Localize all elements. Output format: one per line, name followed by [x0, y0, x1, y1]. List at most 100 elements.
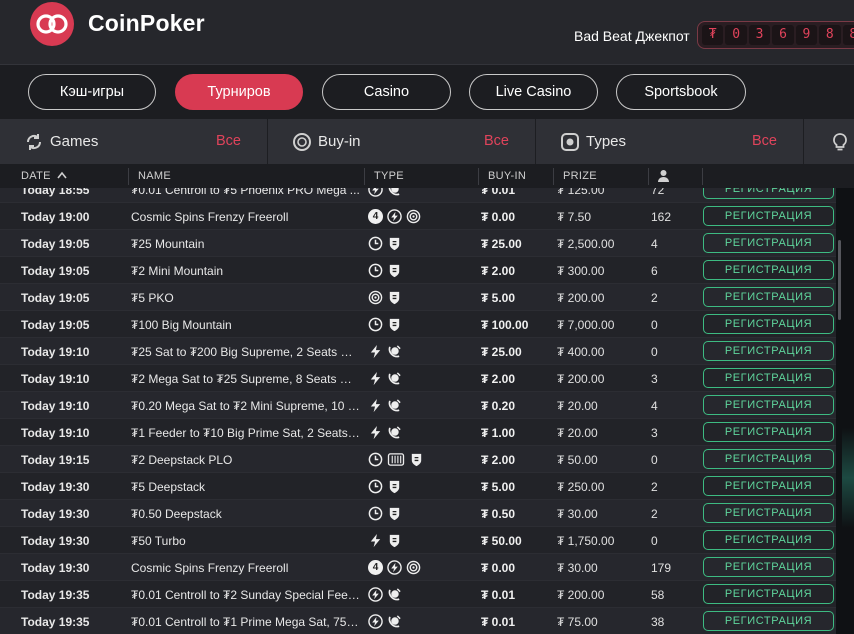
register-button[interactable]: РЕГИСТРАЦИЯ [703, 314, 834, 334]
row-name[interactable]: ₮5 Deepstack [131, 480, 361, 494]
row-prize: ₮ 300.00 [557, 264, 605, 278]
table-row[interactable]: Today 19:05 ₮25 Mountain ₮ 25.00 ₮ 2,500.00… [0, 230, 854, 257]
shield-icon [411, 453, 422, 467]
row-name[interactable]: ₮0.01 Centroll to ₮1 Prime Mega Sat, 75 … [131, 615, 361, 629]
table-row[interactable]: Today 19:00 Cosmic Spins Frenzy Freeroll 4… [0, 203, 854, 230]
row-name[interactable]: ₮1 Feeder to ₮10 Big Prime Sat, 2 Seats … [131, 426, 361, 440]
table-row[interactable]: Today 19:10 ₮25 Sat to ₮200 Big Supreme, … [0, 338, 854, 365]
register-button[interactable]: РЕГИСТРАЦИЯ [703, 368, 834, 388]
row-name[interactable]: ₮100 Big Mountain [131, 318, 361, 332]
row-name[interactable]: ₮0.01 Centroll to ₮2 Sunday Special Feed… [131, 588, 361, 602]
register-button[interactable]: РЕГИСТРАЦИЯ [703, 611, 834, 631]
table-row[interactable]: Today 19:10 ₮0.20 Mega Sat to ₮2 Mini Sup… [0, 392, 854, 419]
register-button[interactable]: РЕГИСТРАЦИЯ [703, 503, 834, 523]
coinpoker-logo-icon[interactable] [26, 1, 78, 47]
jackpot-label: Bad Beat Джекпот [574, 28, 690, 44]
row-types [368, 586, 478, 603]
row-date: Today 19:05 [21, 291, 90, 305]
filter-extra[interactable] [804, 119, 854, 164]
table-row[interactable]: Today 19:05 ₮2 Mini Mountain ₮ 2.00 ₮ 300.0… [0, 257, 854, 284]
register-button[interactable]: РЕГИСТРАЦИЯ [703, 422, 834, 442]
satellite-icon [388, 426, 401, 439]
row-types [368, 343, 478, 360]
jackpot-digit: 0 [725, 25, 747, 45]
register-button[interactable]: РЕГИСТРАЦИЯ [703, 584, 834, 604]
tab-cash-games[interactable]: Кэш-игры [28, 74, 156, 110]
col-name[interactable]: NAME [138, 170, 171, 182]
table-row[interactable]: Today 19:35 ₮0.01 Centroll to ₮1 Prime Me… [0, 608, 854, 634]
table-row[interactable]: Today 19:30 ₮50 Turbo ₮ 50.00 ₮ 1,750.00 0 РЕ… [0, 527, 854, 554]
row-players: 0 [651, 345, 658, 359]
table-row[interactable]: Today 19:30 ₮5 Deepstack ₮ 5.00 ₮ 250.00 2 РЕ… [0, 473, 854, 500]
row-name[interactable]: ₮0.01 Centroll to ₮5 Phoenix PRO Mega ..… [131, 188, 361, 197]
jackpot-digit: ₮ [702, 25, 724, 45]
main-nav: Кэш-игры Турниров Casino Live Casino Spo… [0, 64, 854, 119]
row-date: Today 19:00 [21, 210, 90, 224]
register-button[interactable]: РЕГИСТРАЦИЯ [703, 260, 834, 280]
register-button[interactable]: РЕГИСТРАЦИЯ [703, 395, 834, 415]
shield-icon [389, 318, 400, 332]
row-name[interactable]: Cosmic Spins Frenzy Freeroll [131, 210, 361, 224]
row-name[interactable]: ₮25 Mountain [131, 237, 361, 251]
register-button[interactable]: РЕГИСТРАЦИЯ [703, 476, 834, 496]
row-players: 72 [651, 188, 665, 197]
table-header: DATE NAME TYPE BUY-IN PRIZE [0, 164, 854, 188]
row-types [368, 478, 478, 495]
row-players: 2 [651, 480, 658, 494]
tab-tournaments[interactable]: Турниров [175, 74, 303, 110]
row-name[interactable]: ₮2 Deepstack PLO [131, 453, 361, 467]
register-button[interactable]: РЕГИСТРАЦИЯ [703, 557, 834, 577]
row-name[interactable]: ₮0.20 Mega Sat to ₮2 Mini Supreme, 10 S.… [131, 399, 361, 413]
register-button[interactable]: РЕГИСТРАЦИЯ [703, 206, 834, 226]
register-button[interactable]: РЕГИСТРАЦИЯ [703, 287, 834, 307]
filter-types[interactable]: Types Все [536, 119, 804, 164]
row-prize: ₮ 1,750.00 [557, 534, 615, 548]
row-types [368, 235, 478, 252]
row-name[interactable]: ₮25 Sat to ₮200 Big Supreme, 2 Seats GTD [131, 345, 361, 359]
filter-games[interactable]: Games Все [0, 119, 268, 164]
table-row[interactable]: Today 18:55 ₮0.01 Centroll to ₮5 Phoenix … [0, 188, 854, 203]
row-types [368, 451, 478, 468]
register-button[interactable]: РЕГИСТРАЦИЯ [703, 449, 834, 469]
players-icon[interactable] [657, 169, 670, 182]
row-name[interactable]: ₮50 Turbo [131, 534, 361, 548]
tab-casino[interactable]: Casino [322, 74, 451, 110]
row-prize: ₮ 7.50 [557, 210, 592, 224]
table-scrollbar[interactable] [838, 240, 841, 320]
table-row[interactable]: Today 19:10 ₮2 Mega Sat to ₮25 Supreme, 8… [0, 365, 854, 392]
row-name[interactable]: ₮5 PKO [131, 291, 361, 305]
table-row[interactable]: Today 19:30 Cosmic Spins Frenzy Freeroll 4… [0, 554, 854, 581]
tab-sportsbook[interactable]: Sportsbook [616, 74, 746, 110]
register-button[interactable]: РЕГИСТРАЦИЯ [703, 341, 834, 361]
row-name[interactable]: Cosmic Spins Frenzy Freeroll [131, 561, 361, 575]
brand-name[interactable]: CoinPoker [88, 10, 205, 37]
table-row[interactable]: Today 19:05 ₮5 PKO ₮ 5.00 ₮ 200.00 2 РЕГИСТРА… [0, 284, 854, 311]
col-type[interactable]: TYPE [374, 170, 404, 182]
filter-games-value[interactable]: Все [216, 133, 241, 149]
row-prize: ₮ 200.00 [557, 291, 605, 305]
table-row[interactable]: Today 19:30 ₮0.50 Deepstack ₮ 0.50 ₮ 30.00 2… [0, 500, 854, 527]
table-row[interactable]: Today 19:05 ₮100 Big Mountain ₮ 100.00 ₮ 7,… [0, 311, 854, 338]
row-date: Today 19:30 [21, 507, 90, 521]
col-prize[interactable]: PRIZE [563, 170, 597, 182]
table-row[interactable]: Today 19:10 ₮1 Feeder to ₮10 Big Prime Sa… [0, 419, 854, 446]
row-date: Today 18:55 [21, 188, 90, 197]
row-date: Today 19:15 [21, 453, 90, 467]
table-row[interactable]: Today 19:15 ₮2 Deepstack PLO ₮ 2.00 ₮ 50.00… [0, 446, 854, 473]
register-button[interactable]: РЕГИСТРАЦИЯ [703, 188, 834, 199]
register-button[interactable]: РЕГИСТРАЦИЯ [703, 530, 834, 550]
top-header: CoinPoker Bad Beat Джекпот ₮ 0 3 6 9 8 8 [0, 0, 854, 64]
row-name[interactable]: ₮2 Mini Mountain [131, 264, 361, 278]
col-date[interactable]: DATE [21, 170, 67, 182]
filter-types-value[interactable]: Все [752, 133, 777, 149]
table-row[interactable]: Today 19:35 ₮0.01 Centroll to ₮2 Sunday S… [0, 581, 854, 608]
tab-live-casino[interactable]: Live Casino [469, 74, 598, 110]
filter-buyin[interactable]: Buy-in Все [268, 119, 536, 164]
row-name[interactable]: ₮2 Mega Sat to ₮25 Supreme, 8 Seats GTD [131, 372, 361, 386]
row-name[interactable]: ₮0.50 Deepstack [131, 507, 361, 521]
row-buyin: ₮ 5.00 [481, 480, 516, 494]
sort-asc-icon[interactable] [57, 171, 67, 179]
filter-buyin-value[interactable]: Все [484, 133, 509, 149]
register-button[interactable]: РЕГИСТРАЦИЯ [703, 233, 834, 253]
col-buyin[interactable]: BUY-IN [488, 170, 526, 182]
